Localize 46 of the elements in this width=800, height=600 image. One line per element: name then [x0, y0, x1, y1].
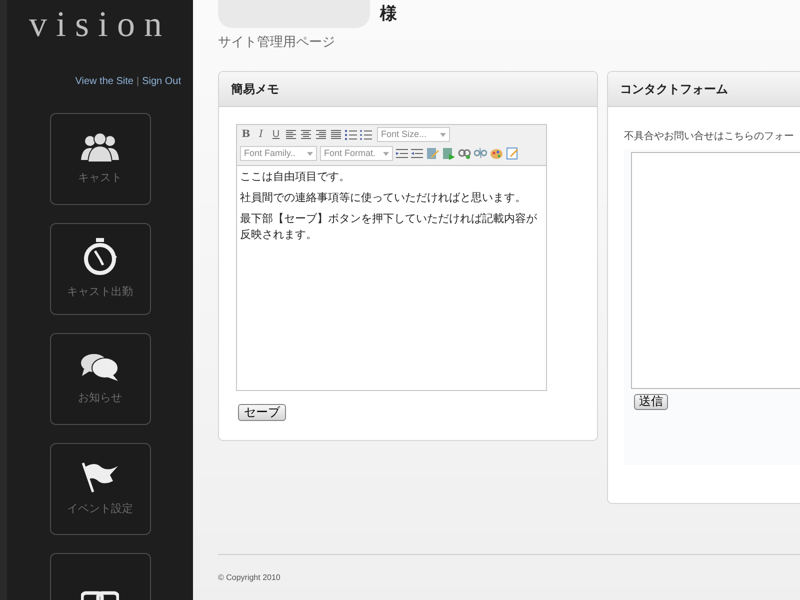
- format-button[interactable]: B: [240, 127, 252, 142]
- message-field[interactable]: [631, 152, 800, 388]
- editor-paragraph: ここは自由項目です。: [240, 170, 351, 184]
- site-logo: vision: [28, 4, 171, 44]
- bullet-list-icon[interactable]: [360, 129, 372, 140]
- contact-intro: 不具合やお問い合せはこちらのフォー: [624, 130, 795, 144]
- view-site-link[interactable]: View the Site: [75, 74, 134, 89]
- dropdown-arrow-icon: [307, 152, 313, 156]
- link-icon[interactable]: [458, 148, 471, 159]
- honorific: 様: [380, 3, 397, 26]
- rich-text-editor[interactable]: B I U Font Size... Font Family.. Font Format. ここは自由項目です。 社員間での連絡事項等に使っていただければと思います。 最下部【セーブ】ボタンを押下していただければ記載内容が反映されます。: [236, 124, 547, 390]
- save-button[interactable]: セーブ: [238, 404, 286, 420]
- speech-bubbles-icon: [80, 352, 120, 382]
- sign-out-link[interactable]: Sign Out: [142, 74, 181, 89]
- numbered-list-icon[interactable]: [345, 129, 357, 140]
- palette-icon[interactable]: [490, 148, 503, 160]
- indent-icon[interactable]: [411, 148, 423, 159]
- dropdown-arrow-icon: [383, 152, 389, 156]
- align-center-icon[interactable]: [300, 129, 312, 140]
- unlink-icon[interactable]: [474, 148, 487, 159]
- menu-tile[interactable]: お知らせ: [50, 333, 150, 425]
- justify-icon[interactable]: [330, 129, 342, 140]
- page-subtitle: サイト管理用ページ: [218, 33, 336, 51]
- align-right-icon[interactable]: [315, 129, 327, 140]
- menu-tile[interactable]: キャスト出勤: [50, 223, 150, 315]
- format-button[interactable]: I: [255, 127, 267, 142]
- panel-title: 簡易メモ: [219, 72, 597, 106]
- alarm-clock-icon: [82, 238, 118, 276]
- align-left-icon[interactable]: [285, 129, 297, 140]
- editor-paragraph: 社員間での連絡事項等に使っていただければと思います。: [240, 190, 527, 206]
- people-icon: [80, 132, 120, 162]
- flag-icon: [81, 460, 119, 493]
- font-family-select[interactable]: Font Family..: [240, 146, 317, 161]
- menu-tile[interactable]: イベント設定: [50, 443, 150, 535]
- copyright: © Copyright 2010: [218, 572, 280, 584]
- editor-paragraph: 最下部【セーブ】ボタンを押下していただければ記載内容が反映されます。: [240, 212, 538, 242]
- link-separator: |: [136, 75, 140, 89]
- send-button[interactable]: 送信: [634, 394, 668, 410]
- font-format-select[interactable]: Font Format.: [320, 146, 393, 161]
- font-size-select[interactable]: Font Size...: [377, 127, 450, 142]
- format-button[interactable]: U: [270, 127, 282, 142]
- menu-tile[interactable]: キャスト: [50, 113, 150, 205]
- panel-title: コンタクトフォーム: [608, 72, 800, 106]
- outdent-icon[interactable]: [396, 148, 408, 159]
- edit-page-icon[interactable]: [506, 147, 519, 160]
- dropdown-arrow-icon: [440, 132, 446, 136]
